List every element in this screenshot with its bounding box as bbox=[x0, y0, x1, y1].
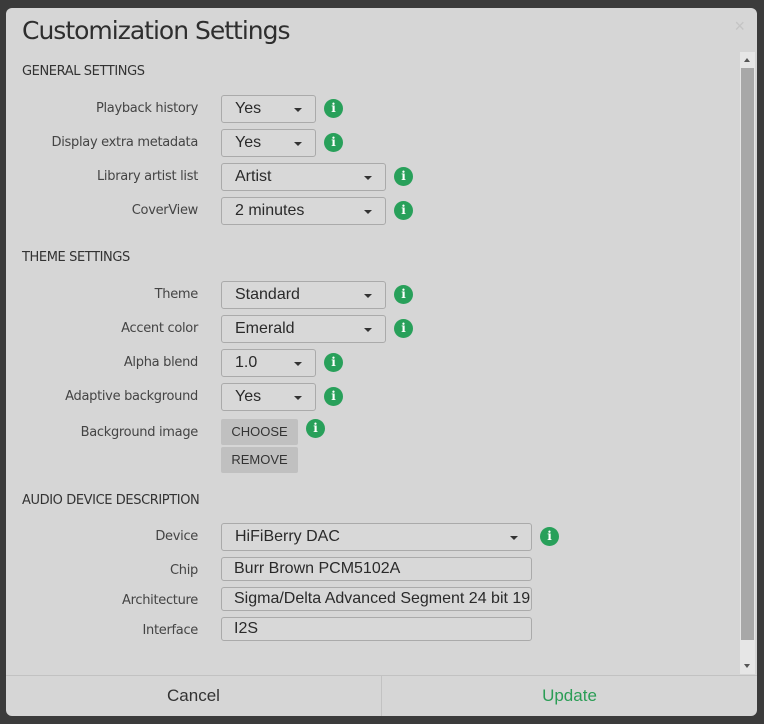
label: Background image bbox=[80, 425, 199, 440]
chip-field[interactable]: Burr Brown PCM5102A bbox=[221, 557, 532, 581]
scrollbar-thumb[interactable] bbox=[741, 68, 754, 640]
update-button[interactable]: Update bbox=[382, 676, 757, 716]
row-adaptive-background: Adaptive background Yes i bbox=[6, 383, 726, 411]
accent-color-select[interactable]: Emerald bbox=[221, 315, 386, 343]
label: Accent color bbox=[121, 321, 198, 336]
label: Display extra metadata bbox=[51, 135, 199, 150]
scroll-up-icon[interactable] bbox=[744, 58, 750, 62]
row-architecture: Architecture Sigma/Delta Advanced Segmen… bbox=[6, 587, 726, 615]
remove-button[interactable]: REMOVE bbox=[221, 447, 298, 473]
caret-down-icon bbox=[294, 362, 302, 366]
choose-button[interactable]: CHOOSE bbox=[221, 419, 298, 445]
section-heading-audio: AUDIO DEVICE DESCRIPTION bbox=[22, 493, 200, 508]
select-value: 1.0 bbox=[235, 354, 258, 371]
label: Interface bbox=[142, 623, 198, 638]
scroll-down-icon[interactable] bbox=[744, 664, 750, 668]
info-icon[interactable]: i bbox=[324, 99, 343, 118]
info-icon[interactable]: i bbox=[540, 527, 559, 546]
adaptive-background-select[interactable]: Yes bbox=[221, 383, 316, 411]
label: Alpha blend bbox=[123, 355, 198, 370]
dialog-footer: Cancel Update bbox=[6, 675, 757, 716]
cancel-button[interactable]: Cancel bbox=[6, 676, 382, 716]
theme-select[interactable]: Standard bbox=[221, 281, 386, 309]
row-accent-color: Accent color Emerald i bbox=[6, 315, 726, 343]
label: Chip bbox=[170, 563, 198, 578]
select-value: 2 minutes bbox=[235, 202, 305, 219]
info-icon[interactable]: i bbox=[324, 133, 343, 152]
scrollbar[interactable] bbox=[740, 52, 755, 674]
row-theme: Theme Standard i bbox=[6, 281, 726, 309]
label: Library artist list bbox=[96, 169, 198, 184]
row-library-artist-list: Library artist list Artist i bbox=[6, 163, 726, 191]
row-playback-history: Playback history Yes i bbox=[6, 95, 726, 123]
caret-down-icon bbox=[364, 328, 372, 332]
select-value: Yes bbox=[235, 100, 262, 117]
caret-down-icon bbox=[294, 396, 302, 400]
row-display-extra-metadata: Display extra metadata Yes i bbox=[6, 129, 726, 157]
select-value: Standard bbox=[235, 286, 300, 303]
label: Adaptive background bbox=[65, 389, 198, 404]
info-icon[interactable]: i bbox=[324, 353, 343, 372]
row-coverview: CoverView 2 minutes i bbox=[6, 197, 726, 225]
caret-down-icon bbox=[294, 108, 302, 112]
label: Architecture bbox=[122, 593, 198, 608]
close-icon[interactable]: × bbox=[734, 16, 745, 37]
label: CoverView bbox=[131, 203, 199, 218]
section-heading-theme: THEME SETTINGS bbox=[22, 250, 130, 265]
info-icon[interactable]: i bbox=[394, 285, 413, 304]
row-background-image: Background image CHOOSE REMOVE i bbox=[6, 419, 726, 475]
row-alpha-blend: Alpha blend 1.0 i bbox=[6, 349, 726, 377]
select-value: Yes bbox=[235, 134, 262, 151]
row-interface: Interface I2S bbox=[6, 617, 726, 645]
caret-down-icon bbox=[294, 142, 302, 146]
playback-history-select[interactable]: Yes bbox=[221, 95, 316, 123]
customization-settings-dialog: Customization Settings × GENERAL SETTING… bbox=[6, 8, 757, 716]
label: Playback history bbox=[95, 101, 198, 116]
row-device: Device HiFiBerry DAC i bbox=[6, 523, 726, 551]
caret-down-icon bbox=[510, 536, 518, 540]
select-value: Yes bbox=[235, 388, 262, 405]
info-icon[interactable]: i bbox=[394, 319, 413, 338]
coverview-select[interactable]: 2 minutes bbox=[221, 197, 386, 225]
section-heading-general: GENERAL SETTINGS bbox=[22, 64, 145, 79]
alpha-blend-select[interactable]: 1.0 bbox=[221, 349, 316, 377]
select-value: HiFiBerry DAC bbox=[235, 528, 340, 545]
info-icon[interactable]: i bbox=[324, 387, 343, 406]
caret-down-icon bbox=[364, 176, 372, 180]
info-icon[interactable]: i bbox=[306, 419, 325, 438]
select-value: Artist bbox=[235, 168, 272, 185]
architecture-field[interactable]: Sigma/Delta Advanced Segment 24 bit 192k… bbox=[221, 587, 532, 611]
dialog-title: Customization Settings bbox=[22, 16, 291, 45]
interface-field[interactable]: I2S bbox=[221, 617, 532, 641]
info-icon[interactable]: i bbox=[394, 201, 413, 220]
info-icon[interactable]: i bbox=[394, 167, 413, 186]
device-select[interactable]: HiFiBerry DAC bbox=[221, 523, 532, 551]
label: Theme bbox=[154, 287, 199, 302]
library-artist-list-select[interactable]: Artist bbox=[221, 163, 386, 191]
label: Device bbox=[155, 529, 198, 544]
select-value: Emerald bbox=[235, 320, 295, 337]
row-chip: Chip Burr Brown PCM5102A bbox=[6, 557, 726, 585]
caret-down-icon bbox=[364, 294, 372, 298]
caret-down-icon bbox=[364, 210, 372, 214]
display-extra-metadata-select[interactable]: Yes bbox=[221, 129, 316, 157]
